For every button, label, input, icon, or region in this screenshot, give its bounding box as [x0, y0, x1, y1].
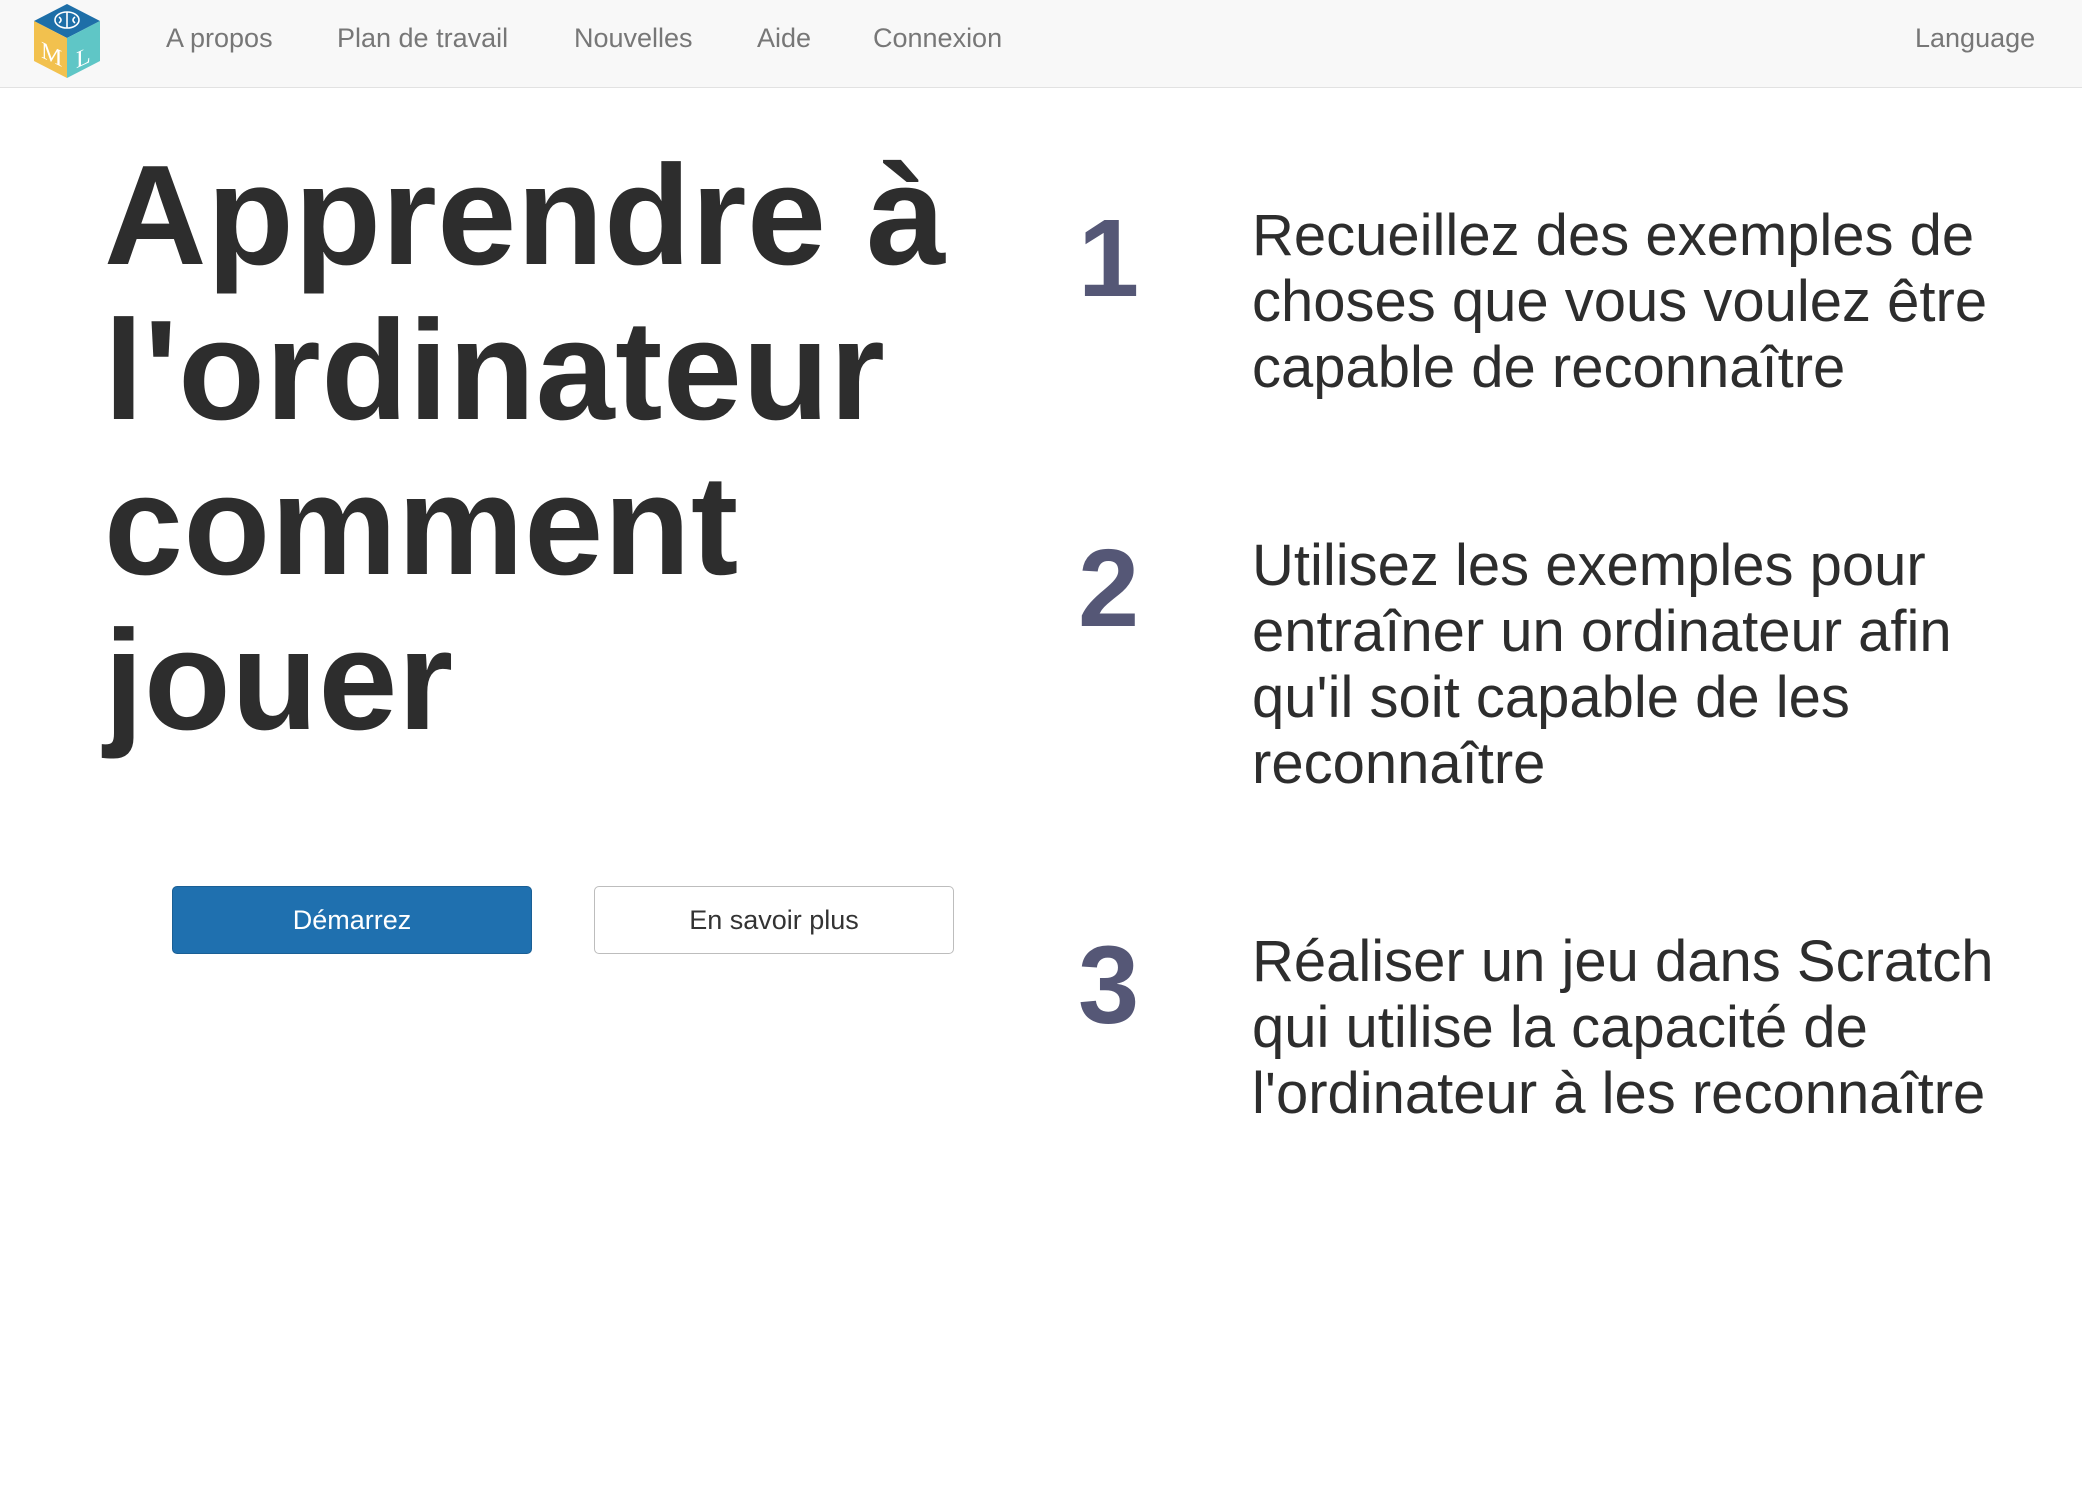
step-1-number: 1 [1078, 197, 1140, 320]
step-2-number: 2 [1078, 527, 1140, 650]
start-button[interactable]: Démarrez [172, 886, 532, 954]
ml-cube-logo-icon[interactable]: M L [30, 2, 104, 80]
step-3-number: 3 [1078, 924, 1140, 1047]
step-1-text: Recueillez des exemples de choses que vo… [1252, 203, 1988, 400]
nav-login-link[interactable]: Connexion [873, 22, 1002, 54]
learn-more-button[interactable]: En savoir plus [594, 886, 954, 954]
language-dropdown[interactable]: Language [1915, 22, 2035, 54]
nav-help-link[interactable]: Aide [757, 22, 811, 54]
top-navbar: M L A propos Plan de travail Nouvelles A… [0, 0, 2082, 88]
nav-news-link[interactable]: Nouvelles [574, 22, 693, 54]
nav-about-link[interactable]: A propos [166, 22, 273, 54]
step-2-text: Utilisez les exemples pour entraîner un … [1252, 533, 1952, 796]
nav-worksheets-link[interactable]: Plan de travail [337, 22, 508, 54]
hero-title: Apprendre à l'ordinateur comment jouer [104, 136, 946, 760]
logo-letter-l: L [76, 41, 91, 74]
step-3-text: Réaliser un jeu dans Scratch qui utilise… [1252, 929, 1994, 1126]
